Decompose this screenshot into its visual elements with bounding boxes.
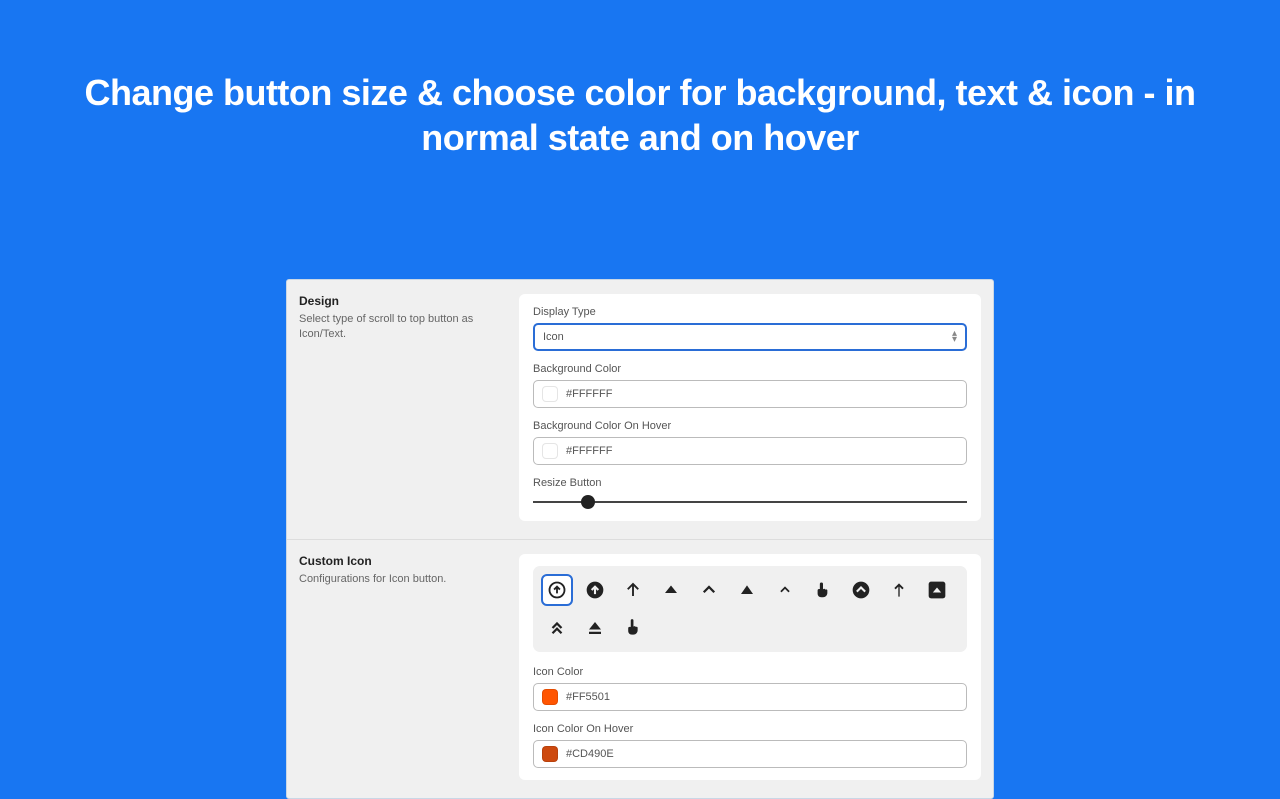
icon-color-value: #FF5501 (566, 691, 610, 703)
icon-option-hand-pointer[interactable] (617, 612, 649, 644)
display-type-value: Icon (543, 331, 564, 343)
icon-option-eject[interactable] (579, 612, 611, 644)
hero-title: Change button size & choose color for ba… (0, 0, 1280, 160)
icon-option-hand-point-up[interactable] (807, 574, 839, 606)
icon-option-chevron-circle-up[interactable] (845, 574, 877, 606)
custom-icon-section: Custom Icon Configurations for Icon butt… (287, 539, 993, 798)
icon-option-triangle-up[interactable] (731, 574, 763, 606)
resize-slider[interactable] (533, 495, 967, 509)
icon-option-arrow-up-thin[interactable] (617, 574, 649, 606)
bg-color-value: #FFFFFF (566, 388, 612, 400)
settings-panel: Design Select type of scroll to top butt… (286, 279, 994, 799)
icon-option-square-caret-up[interactable] (921, 574, 953, 606)
icon-option-circle-arrow-up-solid[interactable] (579, 574, 611, 606)
design-heading: Design (299, 294, 509, 308)
bg-hover-label: Background Color On Hover (533, 420, 967, 432)
bg-hover-value: #FFFFFF (566, 445, 612, 457)
design-description: Select type of scroll to top button as I… (299, 312, 509, 343)
icon-option-arrow-up-narrow[interactable] (883, 574, 915, 606)
icon-option-chevron-up[interactable] (693, 574, 725, 606)
custom-icon-description: Configurations for Icon button. (299, 572, 509, 587)
icon-color-swatch (542, 689, 558, 705)
icon-option-double-chevron-up[interactable] (541, 612, 573, 644)
icon-color-label: Icon Color (533, 666, 967, 678)
icon-picker (533, 566, 967, 652)
icon-option-chevron-up-small[interactable] (769, 574, 801, 606)
icon-hover-swatch (542, 746, 558, 762)
icon-option-caret-up-solid[interactable] (655, 574, 687, 606)
display-type-label: Display Type (533, 306, 967, 318)
bg-color-swatch (542, 386, 558, 402)
custom-icon-heading: Custom Icon (299, 554, 509, 568)
bg-color-input[interactable]: #FFFFFF (533, 380, 967, 408)
icon-hover-value: #CD490E (566, 748, 614, 760)
slider-track (533, 501, 967, 503)
design-section: Design Select type of scroll to top butt… (287, 280, 993, 539)
display-type-select[interactable]: Icon ▴▾ (533, 323, 967, 351)
icon-option-circle-arrow-up-outline[interactable] (541, 574, 573, 606)
icon-hover-label: Icon Color On Hover (533, 723, 967, 735)
icon-color-input[interactable]: #FF5501 (533, 683, 967, 711)
bg-color-label: Background Color (533, 363, 967, 375)
icon-hover-input[interactable]: #CD490E (533, 740, 967, 768)
slider-thumb[interactable] (581, 495, 595, 509)
select-chevrons-icon: ▴▾ (952, 331, 957, 343)
bg-hover-swatch (542, 443, 558, 459)
resize-label: Resize Button (533, 477, 967, 489)
bg-hover-input[interactable]: #FFFFFF (533, 437, 967, 465)
